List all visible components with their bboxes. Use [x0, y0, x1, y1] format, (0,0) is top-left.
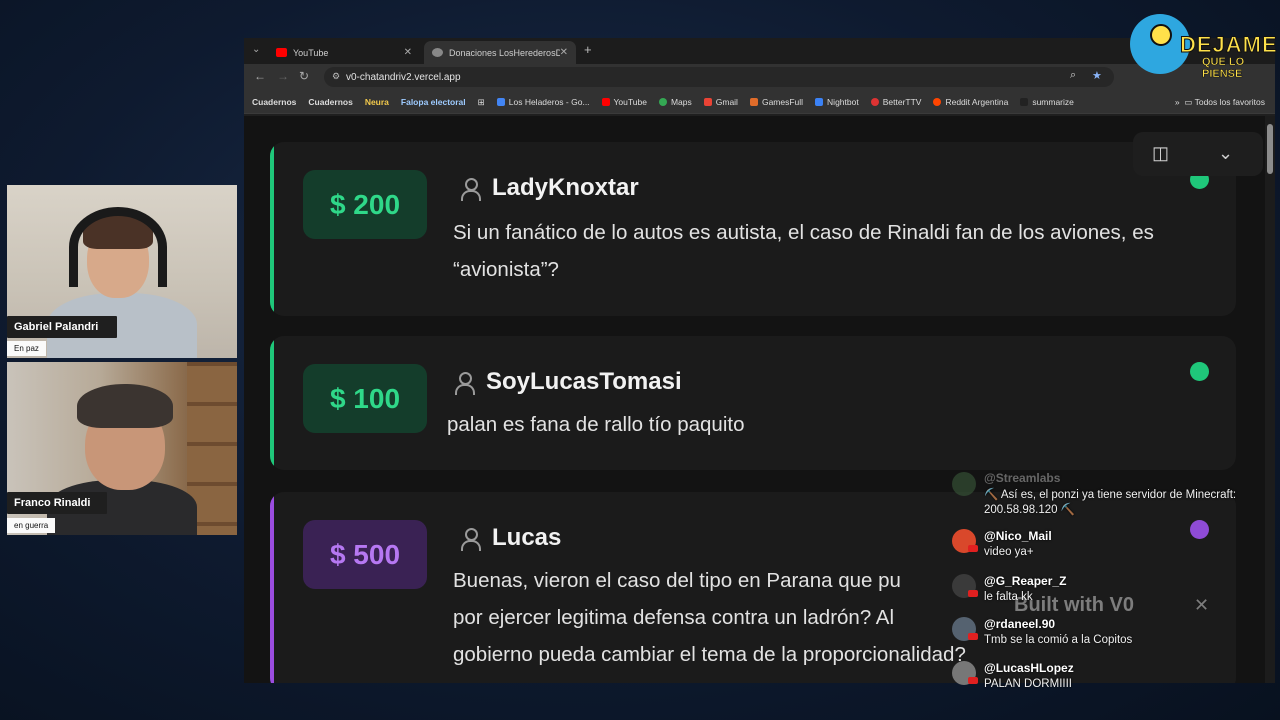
donation-card: $ 100 SoyLucasTomasi palan es fana de ra…	[270, 336, 1236, 470]
bookmark-item[interactable]: summarize	[1020, 97, 1074, 107]
donor-name: SoyLucasTomasi	[486, 368, 682, 395]
donation-amount: $ 500	[303, 520, 427, 589]
youtube-icon	[601, 98, 610, 106]
close-icon[interactable]: ✕	[1194, 595, 1209, 616]
chat-text: Tmb se la comió a la Copitos	[984, 634, 1133, 646]
headset	[69, 207, 167, 287]
globe-icon	[432, 48, 443, 57]
status-dot	[1190, 362, 1209, 381]
url-text: v0-chatandriv2.vercel.app	[346, 71, 461, 83]
betterttv-icon	[870, 98, 879, 106]
reddit-icon	[933, 98, 942, 106]
logo-line2: QUE LO PIENSE	[1202, 56, 1245, 81]
chat-username: @LucasHLopez	[984, 661, 1074, 675]
site-info-icon[interactable]: ⚙	[332, 71, 340, 82]
bookmark-item[interactable]: Gmail	[703, 97, 738, 107]
webcam-name-tag: Gabriel Palandri	[7, 316, 117, 338]
bookmark-item[interactable]: Cuadernos	[308, 97, 352, 107]
youtube-icon	[968, 545, 978, 552]
bookmark-item[interactable]: Maps	[658, 97, 692, 107]
chat-username: @rdaneel.90	[984, 617, 1056, 631]
tab-donaciones[interactable]: Donaciones LosHerederosDeAl ✕	[424, 41, 576, 64]
maps-icon	[658, 98, 667, 106]
panel-controls: ◫ ⌄	[1133, 132, 1263, 176]
chat-text: ⛏️ Así es, el ponzi ya tiene servidor de…	[984, 489, 1237, 516]
person-hair	[77, 384, 173, 428]
forward-icon[interactable]: →	[277, 69, 289, 83]
gmail-icon	[703, 98, 712, 106]
bookmarks-bar: Cuadernos Cuadernos Neura Falopa elector…	[244, 91, 1275, 114]
reload-icon[interactable]: ↻	[299, 69, 309, 83]
new-tab-button[interactable]: +	[584, 42, 592, 57]
donation-amount: $ 200	[303, 170, 427, 239]
browser-window: ⌄ YouTube ✕ Donaciones LosHerederosDeAl …	[244, 38, 1275, 683]
donor-name: Lucas	[492, 524, 562, 551]
all-bookmarks-folder[interactable]: » ▭ Todos los favoritos	[1175, 97, 1265, 108]
summarize-icon	[1020, 98, 1029, 106]
donation-card: $ 200 LadyKnoxtar Si un fanático de lo a…	[270, 142, 1236, 316]
split-view-icon[interactable]: ◫	[1152, 143, 1169, 164]
chat-text: PALAN DORMIIII	[984, 678, 1072, 690]
chat-username: @G_Reaper_Z	[984, 574, 1067, 588]
nightbot-icon	[815, 98, 824, 106]
bookmark-item[interactable]: Nightbot	[815, 97, 859, 107]
webcam-status-tag: en guerra	[7, 518, 56, 533]
card-accent-bar	[270, 142, 274, 316]
scrollbar[interactable]	[1265, 116, 1275, 683]
webcam-status-tag: En paz	[7, 341, 46, 356]
bookmark-item[interactable]: GamesFull	[749, 97, 803, 107]
tab-label: Donaciones LosHerederosDeAl	[449, 47, 560, 58]
bookmark-item[interactable]: Cuadernos	[252, 97, 296, 107]
bookmark-item[interactable]: Los Heladeros - Go...	[496, 97, 590, 107]
tab-bar: ⌄ YouTube ✕ Donaciones LosHerederosDeAl …	[244, 38, 1275, 64]
donations-page: $ 200 LadyKnoxtar Si un fanático de lo a…	[244, 116, 1275, 683]
avatar	[952, 472, 976, 496]
donor-name: LadyKnoxtar	[492, 174, 639, 201]
bookmark-item[interactable]: BetterTTV	[870, 97, 921, 107]
youtube-icon	[968, 633, 978, 640]
bookmark-item[interactable]: Falopa electoral	[401, 97, 466, 107]
bookmark-star-icon[interactable]: ★	[1092, 69, 1102, 82]
tab-label: YouTube	[293, 47, 329, 58]
scroll-thumb[interactable]	[1267, 124, 1273, 174]
user-icon	[460, 528, 481, 551]
address-bar[interactable]: ⚙ v0-chatandriv2.vercel.app	[324, 67, 1114, 87]
chat-text: video ya+	[984, 546, 1034, 558]
bookmark-item[interactable]: Reddit Argentina	[933, 97, 1008, 107]
card-accent-bar	[270, 492, 274, 683]
donation-amount: $ 100	[303, 364, 427, 433]
user-icon	[454, 372, 475, 395]
chevron-down-icon[interactable]: ⌄	[1218, 143, 1233, 164]
webcam-name-tag: Franco Rinaldi	[7, 492, 107, 514]
youtube-icon	[968, 590, 978, 597]
youtube-icon	[968, 677, 978, 684]
card-accent-bar	[270, 336, 274, 470]
status-dot	[1190, 520, 1209, 539]
donation-message: Si un fanático de lo autos es autista, e…	[453, 221, 1154, 281]
drive-icon	[496, 98, 505, 106]
browser-toolbar: ← → ↻ ⚙ v0-chatandriv2.vercel.app ⌕ ★	[244, 64, 1275, 91]
chat-text: le falta kk	[984, 591, 1033, 603]
user-icon	[460, 178, 481, 201]
chat-username: @Nico_Mail	[984, 529, 1052, 543]
donation-message: palan es fana de rallo tío paquito	[447, 413, 745, 436]
donation-message: Buenas, vieron el caso del tipo en Paran…	[453, 562, 1193, 673]
tab-search-icon[interactable]: ⌄	[252, 44, 260, 55]
youtube-icon	[276, 48, 287, 57]
show-logo: DEJAME QUE LO PIENSE	[1130, 12, 1277, 92]
close-icon[interactable]: ✕	[560, 47, 568, 58]
close-icon[interactable]: ✕	[404, 47, 412, 58]
zoom-icon[interactable]: ⌕	[1070, 69, 1076, 82]
donation-card: $ 500 Lucas Buenas, vieron el caso del t…	[270, 492, 1236, 683]
apps-grid-icon[interactable]: ⊞	[478, 97, 485, 108]
bookmark-item[interactable]: Neura	[365, 97, 389, 107]
bookmark-item[interactable]: YouTube	[601, 97, 647, 107]
logo-line1: DEJAME	[1180, 32, 1278, 58]
logo-eye	[1150, 24, 1172, 46]
gamesfull-icon	[749, 98, 758, 106]
back-icon[interactable]: ←	[254, 69, 266, 83]
chat-username: @Streamlabs	[984, 471, 1061, 485]
tab-youtube[interactable]: YouTube ✕	[268, 41, 420, 64]
